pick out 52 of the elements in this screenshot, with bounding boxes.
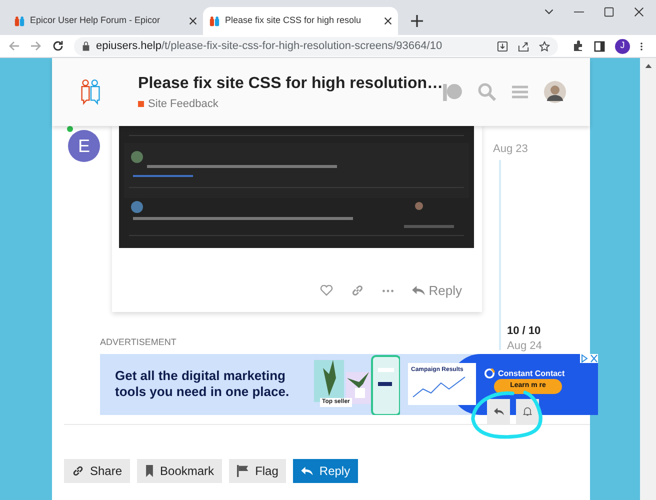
bookmark-button[interactable]: Bookmark — [137, 458, 222, 482]
new-tab-icon[interactable] — [410, 14, 424, 28]
flag-icon — [237, 464, 250, 476]
install-icon[interactable] — [497, 40, 508, 52]
link-icon[interactable] — [350, 284, 364, 298]
reply-icon — [494, 407, 504, 416]
ad-choices-icon[interactable] — [580, 354, 598, 362]
bell-icon — [523, 407, 532, 416]
timeline-date: Aug 24 — [507, 339, 542, 354]
user-avatar[interactable] — [544, 81, 566, 103]
timeline-position[interactable]: 10 / 10 — [507, 323, 541, 340]
advertisement-label: ADVERTISEMENT — [100, 336, 176, 349]
share-icon[interactable] — [518, 40, 529, 52]
profile-avatar[interactable]: J — [615, 38, 630, 54]
more-icon[interactable] — [640, 40, 643, 52]
browser-tab[interactable]: Please fix site CSS for high resolu — [203, 7, 398, 35]
online-indicator-icon — [67, 126, 73, 132]
user-avatar[interactable]: E — [68, 130, 100, 162]
scrollbar[interactable] — [640, 58, 656, 500]
lock-icon — [82, 41, 90, 51]
star-icon[interactable] — [539, 40, 550, 52]
heart-icon[interactable] — [320, 285, 333, 296]
reload-icon[interactable] — [52, 40, 64, 52]
site-favicon-icon — [14, 16, 25, 26]
scroll-up-icon[interactable] — [644, 64, 652, 68]
reply-button[interactable] — [487, 399, 510, 424]
flag-button[interactable]: Flag — [229, 458, 286, 482]
maximize-icon[interactable] — [604, 6, 614, 16]
reply-icon — [301, 466, 314, 476]
close-tab-icon[interactable] — [189, 17, 197, 25]
reply-button[interactable]: Reply — [412, 281, 462, 300]
ad-brand: Constant Contact — [498, 368, 565, 380]
brand-logo-icon — [484, 368, 495, 379]
browser-tab[interactable]: Epicor User Help Forum - Epicor — [8, 7, 203, 35]
link-icon — [72, 464, 84, 476]
category-link[interactable]: Site Feedback — [148, 96, 218, 112]
reply-icon — [412, 285, 425, 296]
close-icon[interactable] — [634, 6, 644, 16]
site-favicon-icon — [209, 16, 220, 26]
notifications-button[interactable] — [516, 399, 539, 424]
topic-title[interactable]: Please fix site CSS for high resolution… — [138, 72, 443, 96]
share-button[interactable]: Share — [64, 458, 130, 482]
reply-button[interactable]: Reply — [293, 458, 358, 482]
ad-headline: Get all the digital marketing tools you need in one place. — [115, 368, 290, 400]
line-chart-icon — [411, 375, 467, 399]
bookmark-icon — [145, 464, 154, 476]
puzzle-icon[interactable] — [572, 40, 584, 52]
minimize-icon[interactable] — [574, 10, 584, 12]
close-tab-icon[interactable] — [384, 17, 392, 25]
side-panel-icon[interactable] — [594, 40, 605, 52]
address-field[interactable]: epiusers.help/t/please-fix-site-css-for-high-resolution-screens/93664/10 — [74, 36, 558, 56]
chevron-down-icon[interactable] — [544, 8, 554, 14]
